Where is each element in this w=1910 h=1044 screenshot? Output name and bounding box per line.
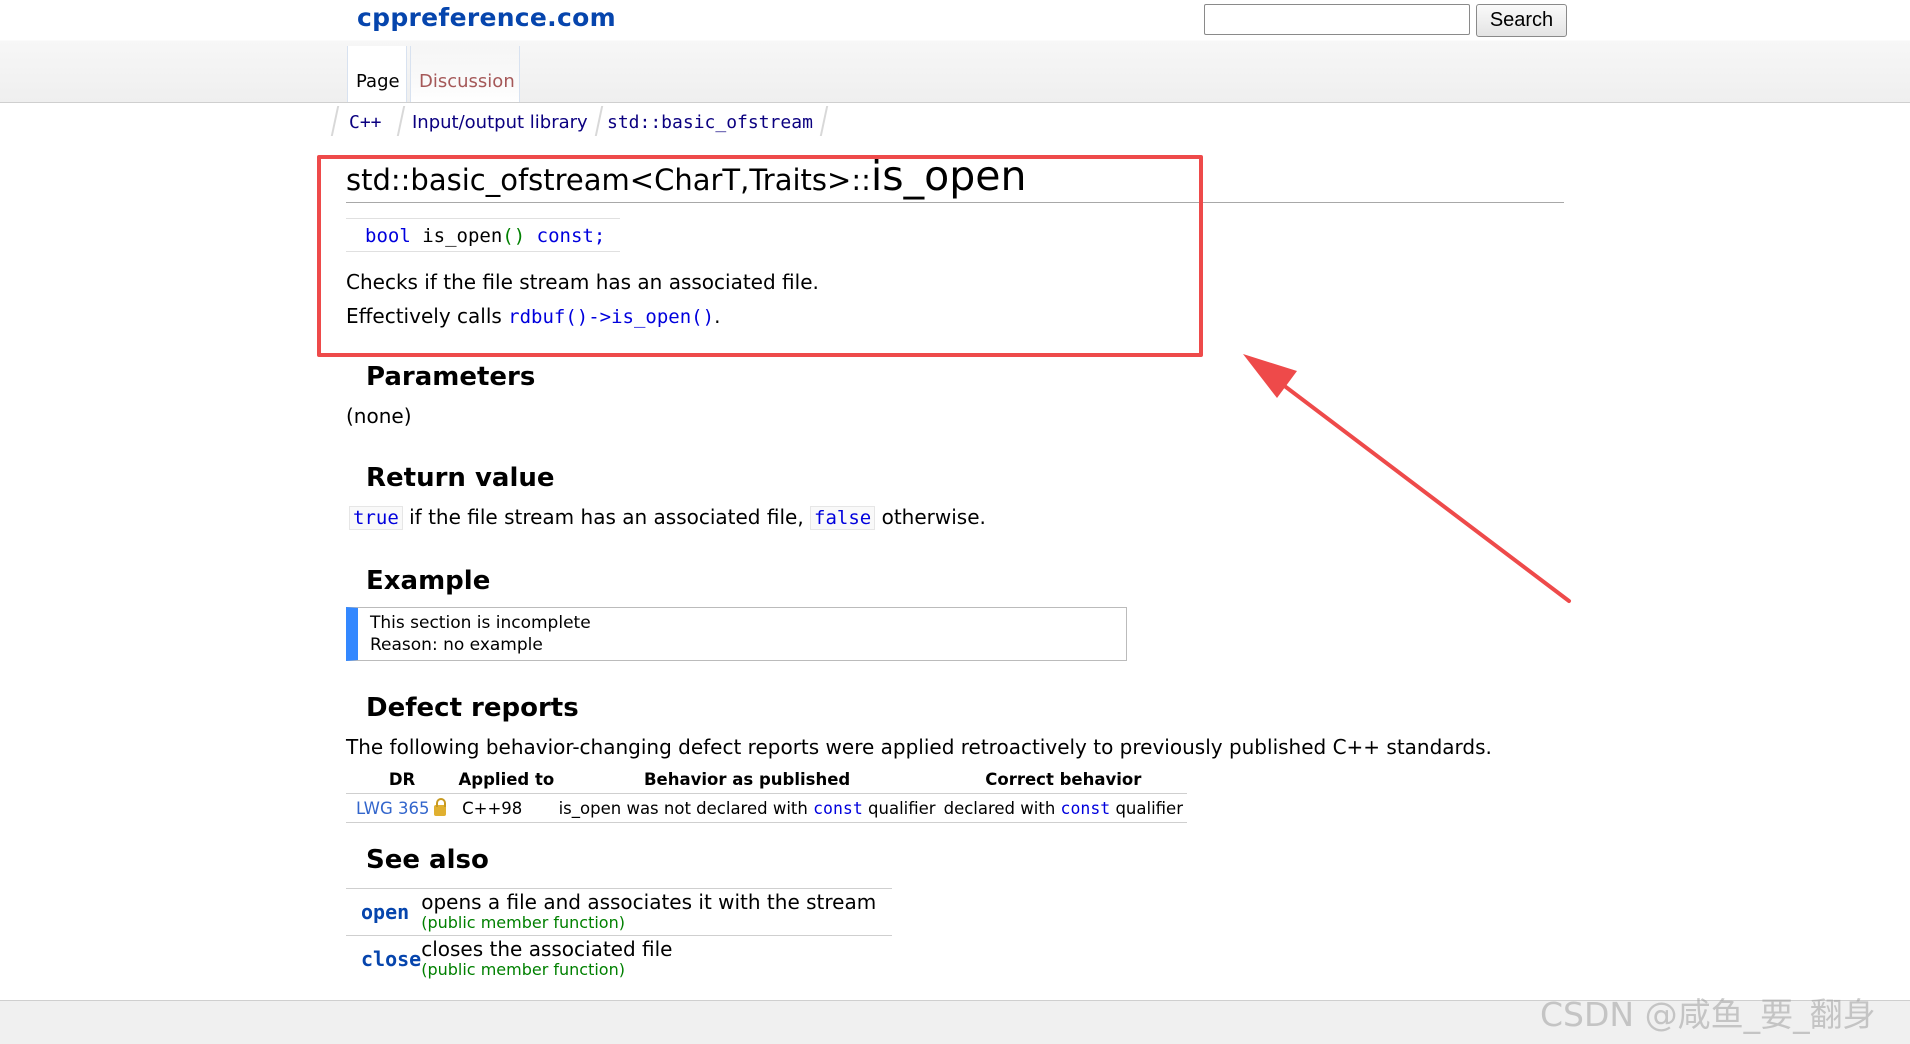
- annotation-arrow: [1243, 354, 1571, 603]
- watermark: CSDN @咸鱼_要_翻身: [1540, 995, 1876, 1034]
